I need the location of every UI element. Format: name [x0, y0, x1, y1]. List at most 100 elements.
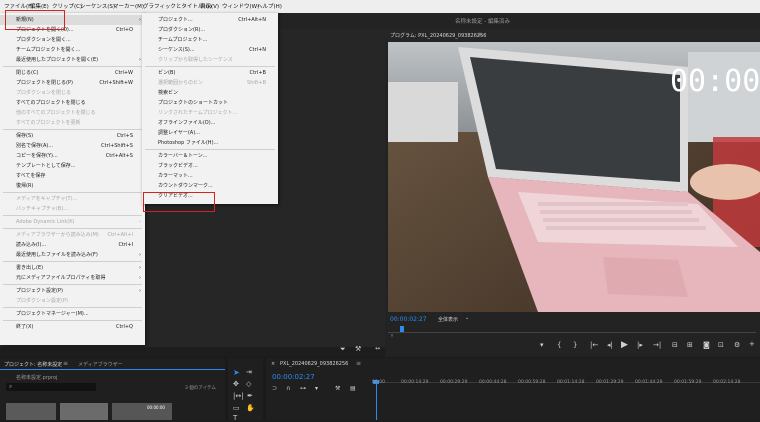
- file-menu-item[interactable]: プロジェクトを閉じる(P) Ctrl+Shift+W: [0, 78, 145, 88]
- new-submenu-item-shortcut: Ctrl+B: [249, 70, 266, 76]
- menu-edit[interactable]: 編集(E): [30, 2, 49, 10]
- new-submenu-item[interactable]: ビン(B) Ctrl+B: [142, 68, 278, 78]
- file-menu-item[interactable]: プロジェクト設定(P) ›: [0, 286, 145, 296]
- new-submenu-item[interactable]: プロジェクトのショートカット: [142, 98, 278, 108]
- file-menu-item[interactable]: プロダクションを開く...: [0, 35, 145, 45]
- program-tab-label[interactable]: プログラム: PXL_20240629_093826256: [390, 32, 486, 39]
- file-menu-item[interactable]: 最近使用したファイルを読み込み(F) ›: [0, 250, 145, 260]
- program-scrubber[interactable]: [388, 332, 756, 333]
- lift-icon[interactable]: ⊟: [672, 341, 678, 349]
- mark-out-icon[interactable]: }: [573, 341, 577, 349]
- expand-icon[interactable]: ↔: [375, 345, 380, 352]
- project-tab[interactable]: プロジェクト: 名称未設定: [4, 361, 62, 368]
- new-submenu-item[interactable]: 検索ビン: [142, 88, 278, 98]
- file-menu-item[interactable]: 別名で保存(A)... Ctrl+Shift+S: [0, 141, 145, 151]
- timeline-playhead[interactable]: [376, 382, 377, 420]
- thumbnail-3[interactable]: 00:00:00: [112, 403, 172, 420]
- file-menu: 新規(N) › プロジェクトを開く(O)... Ctrl+O プロダクションを開く...…: [0, 13, 145, 345]
- camera-icon[interactable]: ◙: [703, 341, 710, 349]
- file-menu-item[interactable]: 閉じる(C) Ctrl+W: [0, 68, 145, 78]
- new-submenu-item[interactable]: カラーバー＆トーン...: [142, 151, 278, 161]
- thumbnail-1[interactable]: [6, 403, 56, 420]
- selection-tool-icon[interactable]: ➤: [233, 368, 240, 377]
- program-playhead-time[interactable]: 00:00:02:27: [390, 316, 427, 323]
- step-back-icon[interactable]: ◂|: [607, 341, 613, 349]
- menu-help[interactable]: ヘルプ(H): [257, 2, 282, 10]
- go-to-out-icon[interactable]: →|: [653, 341, 661, 349]
- new-submenu-item[interactable]: カウントダウンマーク...: [142, 181, 278, 191]
- new-submenu-item[interactable]: オフラインファイル(O)...: [142, 118, 278, 128]
- menu-window[interactable]: ウィンドウ(W): [222, 2, 259, 10]
- file-menu-item[interactable]: コピーを保存(Y)... Ctrl+Alt+S: [0, 151, 145, 161]
- thumbnail-2[interactable]: [60, 403, 108, 420]
- slip-tool-icon[interactable]: |↔|: [233, 392, 244, 400]
- new-submenu-item[interactable]: カラーマット...: [142, 171, 278, 181]
- panel-menu-icon[interactable]: ≡: [477, 31, 482, 38]
- hand-tool-icon[interactable]: ✋: [246, 404, 255, 412]
- chevron-down-icon[interactable]: ⌄: [465, 315, 469, 321]
- panel-menu-icon[interactable]: ≡: [63, 360, 68, 367]
- file-menu-item[interactable]: テンプレートとして保存...: [0, 161, 145, 171]
- add-button-icon[interactable]: +: [749, 340, 755, 348]
- menu-clip[interactable]: クリップ(C): [52, 2, 82, 10]
- file-menu-item[interactable]: 書き出し(E) ›: [0, 263, 145, 273]
- text-tool-icon[interactable]: T: [233, 414, 237, 422]
- settings-icon[interactable]: ⚙: [734, 341, 740, 349]
- timeline-tab[interactable]: PXL_20240629_093826256: [280, 361, 348, 367]
- wrench-icon[interactable]: ⚒: [355, 345, 361, 353]
- file-menu-item[interactable]: プロジェクトマネージャー(M)...: [0, 309, 145, 319]
- step-forward-icon[interactable]: |▸: [637, 341, 643, 349]
- rectangle-tool-icon[interactable]: ▭: [233, 404, 240, 412]
- snap-icon[interactable]: ∩: [286, 385, 290, 392]
- file-menu-item[interactable]: 終了(X) Ctrl+Q: [0, 322, 145, 332]
- menu-view[interactable]: 表示(V): [200, 2, 219, 10]
- new-submenu-item[interactable]: シーケンス(S)... Ctrl+N: [142, 45, 278, 55]
- playhead-marker[interactable]: [400, 326, 404, 332]
- file-menu-item[interactable]: チームプロジェクトを開く...: [0, 45, 145, 55]
- new-submenu-item[interactable]: チームプロジェクト...: [142, 35, 278, 45]
- play-icon[interactable]: ▶: [621, 340, 628, 350]
- mark-in-icon[interactable]: {: [557, 341, 561, 349]
- file-menu-item[interactable]: 保存(S) Ctrl+S: [0, 131, 145, 141]
- ripple-edit-icon[interactable]: ✥: [233, 380, 239, 388]
- wrench-icon[interactable]: ⚒: [335, 385, 340, 392]
- razor-icon[interactable]: ◇: [246, 380, 251, 388]
- add-marker-icon[interactable]: ▾: [540, 341, 544, 349]
- file-menu-item-label: 終了(X): [16, 324, 34, 330]
- new-submenu-item[interactable]: プロダクション(R)...: [142, 25, 278, 35]
- filter-icon[interactable]: ⏷: [340, 345, 346, 354]
- new-submenu-item[interactable]: 調整レイヤー(A)...: [142, 128, 278, 138]
- file-menu-item[interactable]: 最近使用したプロジェクトを開く(E) ›: [0, 55, 145, 65]
- file-menu-item[interactable]: すべてを保存: [0, 171, 145, 181]
- extract-icon[interactable]: ⊞: [687, 341, 693, 349]
- new-submenu-item-label: クリップから取得したシーケンス: [158, 57, 233, 63]
- playhead-left-icon[interactable]: ◦: [390, 332, 394, 340]
- captions-icon[interactable]: ▤: [350, 385, 356, 392]
- nest-icon[interactable]: ⊃: [272, 385, 277, 392]
- menu-marker[interactable]: マーカー(M): [113, 2, 144, 10]
- file-menu-item: メディアブラウザーから読み込み(M) Ctrl+Alt+I: [0, 230, 145, 240]
- search-input[interactable]: ⌕: [6, 383, 96, 391]
- file-menu-item[interactable]: すべてのプロジェクトを閉じる: [0, 98, 145, 108]
- new-submenu-item[interactable]: Photoshop ファイル(H)...: [142, 138, 278, 148]
- file-menu-item[interactable]: 読み込み(I)... Ctrl+I: [0, 240, 145, 250]
- compare-icon[interactable]: ⊡: [718, 341, 724, 349]
- track-select-icon[interactable]: ⇥: [246, 368, 252, 376]
- new-submenu-item[interactable]: ブラックビデオ...: [142, 161, 278, 171]
- menu-sequence[interactable]: シーケンス(S): [80, 2, 115, 10]
- chevron-right-icon: ›: [139, 265, 141, 271]
- pen-tool-icon[interactable]: ✒: [247, 392, 253, 400]
- timeline-close-icon[interactable]: ×: [271, 361, 275, 367]
- file-menu-item-label: プロジェクトマネージャー(M)...: [16, 311, 89, 317]
- media-browser-tab[interactable]: メディアブラウザー: [78, 361, 123, 368]
- file-menu-item[interactable]: 復帰(R): [0, 181, 145, 191]
- program-tab-bar: プログラム: PXL_20240629_093826256 ≡: [385, 29, 760, 41]
- file-menu-item[interactable]: 元にメディアファイルプロパティを取得 ›: [0, 273, 145, 283]
- go-to-in-icon[interactable]: |←: [590, 341, 598, 349]
- panel-menu-icon[interactable]: ≡: [356, 360, 361, 367]
- fit-dropdown[interactable]: 全体表示: [438, 316, 458, 323]
- new-submenu-item[interactable]: プロジェクト... Ctrl+Alt+N: [142, 15, 278, 25]
- timeline-timecode[interactable]: 00:00:02:27: [272, 373, 315, 381]
- add-marker-icon[interactable]: ▾: [315, 385, 318, 392]
- linked-selection-icon[interactable]: ⊶: [300, 385, 306, 392]
